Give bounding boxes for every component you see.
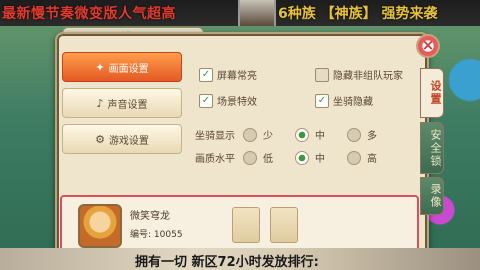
- tab-settings[interactable]: 设置: [420, 68, 444, 118]
- tab-recording[interactable]: 录像: [420, 177, 444, 215]
- option-medium[interactable]: 中: [295, 127, 347, 142]
- option-label: 多: [367, 131, 377, 142]
- switch-button[interactable]: [270, 207, 298, 243]
- checkbox-hide-non-team[interactable]: ✓ 隐藏非组队玩家: [315, 67, 403, 82]
- option-label: 中: [315, 154, 325, 165]
- tab-security-lock[interactable]: 安全锁: [420, 122, 444, 174]
- option-label: 低: [263, 154, 273, 165]
- option-label: 少: [263, 131, 273, 142]
- option-low[interactable]: 低: [243, 150, 295, 165]
- player-id: 编号: 10055: [130, 227, 183, 240]
- player-info: 微笑穹龙 编号: 10055: [60, 195, 419, 254]
- close-button[interactable]: ×: [416, 34, 440, 58]
- checkbox-icon: ✓: [199, 93, 213, 108]
- mount-display-row: 坐骑显示 少 中 多: [195, 127, 399, 142]
- top-banner: 最新慢节奏微变版人气超高 6种族 【神族】 强势来袭: [0, 0, 480, 26]
- option-many[interactable]: 多: [347, 127, 399, 142]
- menu-item-label: 声音设置: [107, 99, 148, 111]
- settings-menu: ✦ 画面设置 ♪ 声音设置 ⚙ 游戏设置: [62, 52, 182, 160]
- row-label: 坐骑显示: [195, 131, 235, 142]
- player-name: 微笑穹龙: [130, 211, 170, 222]
- menu-item-label: 游戏设置: [108, 135, 149, 147]
- player-id-value: 10055: [153, 230, 183, 240]
- bottom-banner: 拥有一切 新区72小时发放排行:: [0, 248, 480, 270]
- radio-icon: [347, 127, 361, 142]
- radio-icon: [243, 150, 257, 165]
- player-id-label: 编号:: [130, 230, 152, 240]
- radio-icon: [347, 150, 361, 165]
- checkbox-label: 屏幕常亮: [217, 71, 257, 82]
- banner-portrait: [238, 0, 276, 26]
- checkbox-label: 坐骑隐藏: [333, 97, 373, 108]
- radio-icon: [243, 127, 257, 142]
- radio-icon: [295, 127, 309, 142]
- menu-item-game[interactable]: ⚙ 游戏设置: [62, 124, 182, 154]
- avatar[interactable]: [78, 204, 122, 248]
- banner-right-text: 6种族 【神族】 强势来袭: [278, 6, 438, 22]
- row-label: 画质水平: [195, 154, 235, 165]
- radio-icon: [295, 150, 309, 165]
- option-label: 高: [367, 154, 377, 165]
- bottom-banner-text: 拥有一切 新区72小时发放排行:: [135, 255, 319, 270]
- checkbox-scene-effects[interactable]: ✓ 场景特效: [199, 93, 257, 108]
- option-few[interactable]: 少: [243, 127, 295, 142]
- checkbox-label: 场景特效: [217, 97, 257, 108]
- quality-row: 画质水平 低 中 高: [195, 150, 399, 165]
- sound-icon: ♪: [96, 96, 104, 110]
- checkbox-icon: ✓: [315, 67, 329, 82]
- menu-item-label: 画面设置: [108, 63, 149, 75]
- option-medium[interactable]: 中: [295, 150, 347, 165]
- checkbox-hide-mount[interactable]: ✓ 坐骑隐藏: [315, 93, 373, 108]
- option-label: 中: [315, 131, 325, 142]
- settings-area: ✓ 屏幕常亮 ✓ 隐藏非组队玩家 ✓ 场景特效 ✓ 坐骑隐藏 坐骑显示 少 中 …: [195, 63, 410, 173]
- checkbox-label: 隐藏非组队玩家: [333, 71, 403, 82]
- checkbox-icon: ✓: [199, 67, 213, 82]
- checkbox-screen-on[interactable]: ✓ 屏幕常亮: [199, 67, 257, 82]
- gear-icon: ⚙: [95, 132, 105, 146]
- menu-item-display[interactable]: ✦ 画面设置: [62, 52, 182, 82]
- menu-item-sound[interactable]: ♪ 声音设置: [62, 88, 182, 118]
- display-icon: ✦: [95, 60, 105, 74]
- checkbox-icon: ✓: [315, 93, 329, 108]
- option-high[interactable]: 高: [347, 150, 399, 165]
- account-button[interactable]: [232, 207, 260, 243]
- banner-left-text: 最新慢节奏微变版人气超高: [2, 6, 176, 22]
